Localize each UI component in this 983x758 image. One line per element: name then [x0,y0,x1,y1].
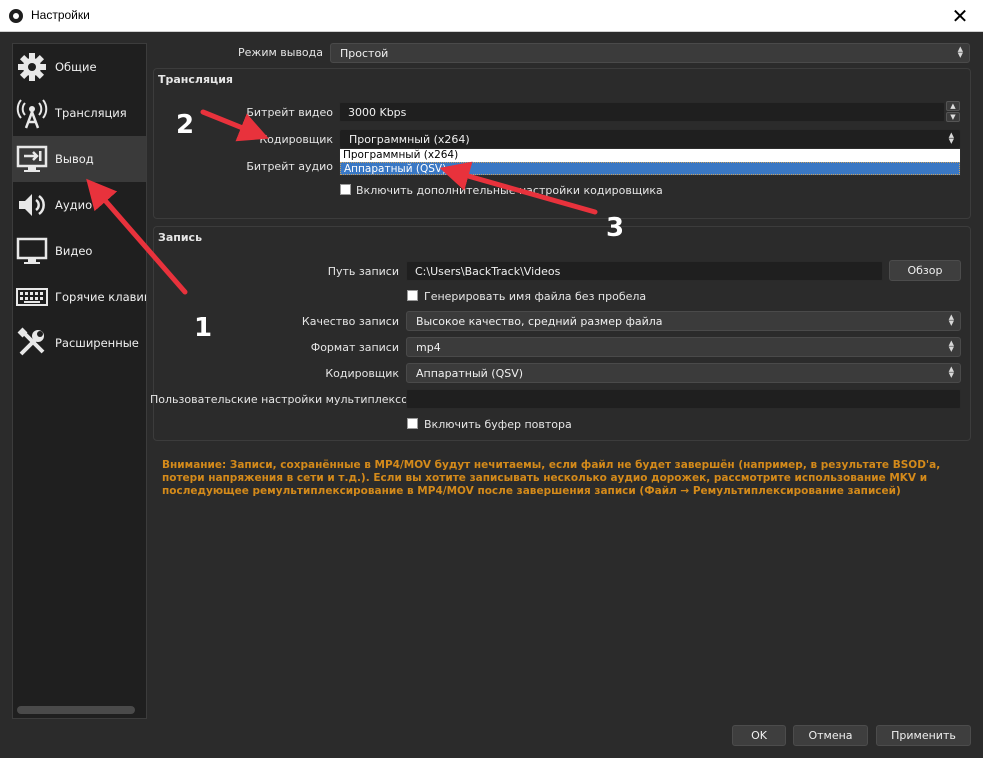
no-space-filename-checkbox[interactable] [407,290,418,301]
recording-format-select[interactable]: mp4 ▲ ▼ [406,337,961,357]
video-bitrate-label: Битрейт видео [246,106,333,119]
recording-quality-label: Качество записи [301,315,399,328]
title-bar: Настройки ✕ [0,0,983,32]
recording-path-input[interactable]: C:\Users\BackTrack\Videos [406,261,883,281]
chevron-updown-icon: ▲ ▼ [948,131,954,145]
muxer-settings-input[interactable] [406,389,961,409]
chevron-updown-icon: ▲ ▼ [948,365,954,379]
obs-logo-icon [9,9,23,23]
sidebar-item-output[interactable]: Вывод [13,136,146,182]
muxer-settings-label: Пользовательские настройки мультиплексор… [150,393,422,406]
recording-group-title: Запись [158,231,203,244]
advanced-encoder-checkbox[interactable] [340,184,351,195]
stream-encoder-dropdown-list: Программный (x264) Аппаратный (QSV) [339,148,961,176]
sidebar-item-label: Видео [55,244,93,258]
sidebar-item-advanced[interactable]: Расширенные [13,320,146,366]
recording-format-value: mp4 [416,341,441,354]
recording-quality-select[interactable]: Высокое качество, средний размер файла ▲… [406,311,961,331]
monitor-icon [16,237,48,264]
ok-button[interactable]: OK [732,725,786,746]
recording-quality-value: Высокое качество, средний размер файла [416,315,663,328]
tools-icon [17,327,45,356]
close-button[interactable]: ✕ [937,0,983,32]
sidebar-item-general[interactable]: Общие [13,44,146,90]
sidebar-item-video[interactable]: Видео [13,228,146,274]
sidebar-item-label: Расширенные [55,336,139,350]
stream-encoder-value: Программный (x264) [349,133,470,146]
spin-down-icon[interactable]: ▼ [946,112,960,122]
mp4-warning-text: Внимание: Записи, сохранённые в MP4/MOV … [162,459,941,497]
sidebar-item-stream[interactable]: Трансляция [13,90,146,136]
gear-icon [18,53,46,81]
encoder-option-x264[interactable]: Программный (x264) [340,149,960,162]
chevron-updown-icon: ▲ ▼ [957,45,963,59]
speaker-icon [19,194,45,216]
chevron-updown-icon: ▲ ▼ [948,313,954,327]
annotation-number-2: 2 [176,110,195,140]
sidebar-item-label: Горячие клавиш [55,290,147,304]
keyboard-icon [16,288,48,306]
annotation-number-3: 3 [606,213,625,243]
browse-button[interactable]: Обзор [889,260,961,281]
output-mode-value: Простой [340,47,389,60]
chevron-updown-icon: ▲ ▼ [948,339,954,353]
advanced-encoder-label: Включить дополнительные настройки кодиро… [356,184,663,197]
video-bitrate-input[interactable]: 3000 Kbps [339,102,945,122]
no-space-filename-label: Генерировать имя файла без пробела [424,290,647,303]
cancel-button[interactable]: Отмена [793,725,868,746]
recording-format-label: Формат записи [310,341,399,354]
output-mode-select[interactable]: Простой ▲ ▼ [330,43,970,63]
sidebar-item-label: Трансляция [55,106,127,120]
sidebar-item-audio[interactable]: Аудио [13,182,146,228]
encoder-option-qsv[interactable]: Аппаратный (QSV) [340,162,960,175]
replay-buffer-checkbox[interactable] [407,418,418,429]
sidebar-item-hotkeys[interactable]: Горячие клавиш [13,274,147,320]
video-bitrate-spinner[interactable]: ▲ ▼ [946,101,960,123]
broadcast-antenna-icon [16,99,48,129]
audio-bitrate-label: Битрейт аудио [246,160,333,173]
recording-encoder-value: Аппаратный (QSV) [416,367,524,380]
spin-up-icon[interactable]: ▲ [946,101,960,111]
window-title: Настройки [31,8,90,22]
output-mode-label: Режим вывода [238,46,323,59]
sidebar-horizontal-scrollbar[interactable] [17,706,135,714]
recording-encoder-select[interactable]: Аппаратный (QSV) ▲ ▼ [406,363,961,383]
sidebar-item-label: Аудио [55,198,93,212]
stream-encoder-label: Кодировщик [259,133,333,146]
sidebar-item-label: Общие [55,60,97,74]
streaming-group-title: Трансляция [158,73,233,86]
recording-path-label: Путь записи [327,265,399,278]
replay-buffer-label: Включить буфер повтора [424,418,572,431]
stream-encoder-select[interactable]: Программный (x264) ▲ ▼ [339,129,961,149]
recording-encoder-label: Кодировщик [325,367,399,380]
annotation-number-1: 1 [194,313,213,343]
apply-button[interactable]: Применить [876,725,971,746]
output-monitor-icon [16,145,48,172]
sidebar-item-label: Вывод [55,152,94,166]
settings-sidebar: Общие Трансляция Вывод Аудио Видео Горяч… [12,43,147,719]
